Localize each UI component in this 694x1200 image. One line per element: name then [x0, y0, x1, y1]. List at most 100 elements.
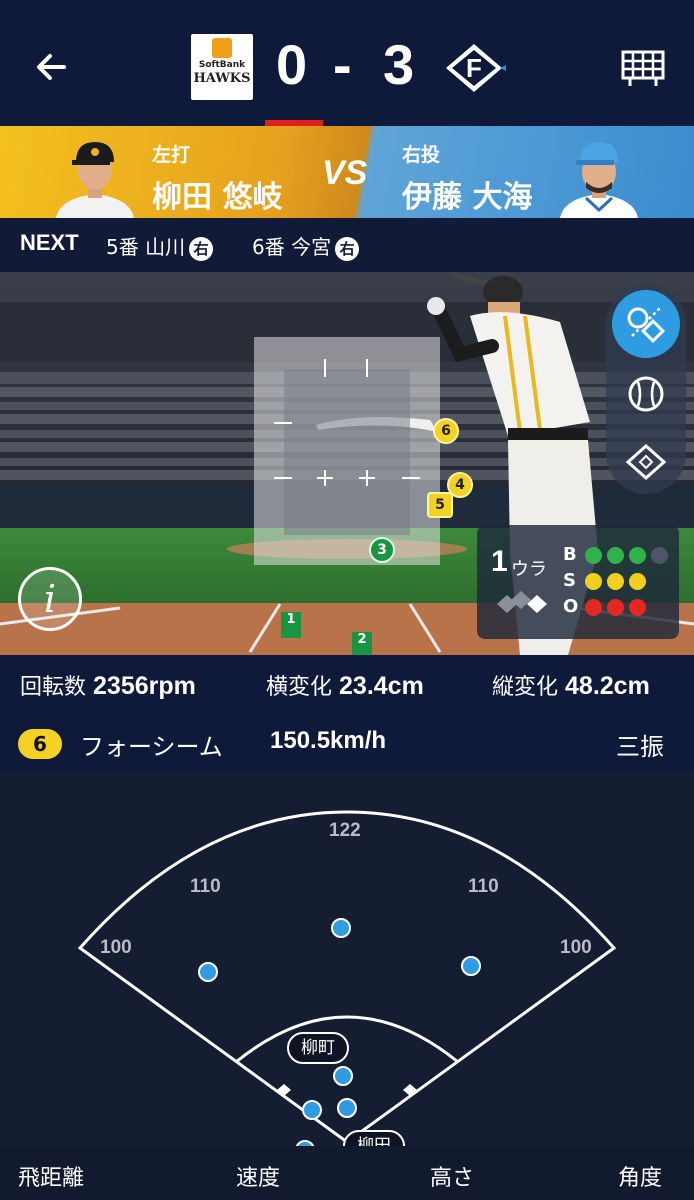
- away-logo-letter: F: [466, 53, 482, 83]
- distance-left: 100: [100, 937, 132, 958]
- next-batter-2-name: 6番 今宮: [252, 235, 332, 259]
- outs-label: O: [563, 596, 579, 617]
- vertical-break-stat: 縦変化 48.2cm: [492, 669, 650, 701]
- pitch-speed: 150.5km/h: [270, 727, 387, 754]
- hit-dot[interactable]: [333, 1066, 353, 1086]
- vbreak-value: 48.2cm: [565, 672, 650, 700]
- matchup-banner: 左打 柳田 悠岐 VS 右投 伊藤 大海: [0, 126, 694, 218]
- pitch-type: フォーシーム: [80, 733, 223, 761]
- spin-value: 2356rpm: [93, 672, 196, 700]
- next-batter-1-name: 5番 山川: [106, 235, 186, 259]
- home-team-logo: SoftBank HAWKS: [191, 34, 253, 100]
- distance-center: 122: [329, 820, 361, 841]
- away-score: 3: [383, 33, 415, 96]
- pitch-view: 6 4 5 3 1 2 i 1 ウラ B S O: [0, 272, 694, 655]
- inning-number: 1: [491, 545, 508, 578]
- zone-tick: [366, 359, 368, 377]
- scoreboard-icon[interactable]: [620, 48, 666, 88]
- count-dot-on: [629, 547, 646, 564]
- game-header: SoftBank HAWKS 0 - 3 F: [0, 0, 694, 126]
- count-dot-on: [585, 599, 602, 616]
- vs-label: VS: [322, 154, 368, 192]
- tab-height[interactable]: 高さ: [430, 1160, 474, 1192]
- info-icon: i: [43, 577, 57, 621]
- zone-tick: [274, 422, 292, 424]
- distance-right: 100: [560, 937, 592, 958]
- batter-avatar[interactable]: [52, 132, 138, 218]
- vbreak-label: 縦変化: [492, 675, 559, 700]
- zone-tick: [366, 470, 368, 486]
- ball-icon[interactable]: [612, 360, 680, 428]
- pitch-trajectory-icon[interactable]: [612, 290, 680, 358]
- tab-speed[interactable]: 速度: [236, 1160, 280, 1192]
- distance-left-center: 110: [190, 876, 221, 897]
- hawk-emblem-icon: [212, 38, 232, 58]
- fielder-tag: 柳町: [287, 1032, 349, 1064]
- zone-tick: [324, 359, 326, 377]
- horizontal-break-stat: 横変化 23.4cm: [266, 669, 424, 701]
- count-dot-on: [607, 547, 624, 564]
- hit-dot[interactable]: [198, 962, 218, 982]
- pitcher-name[interactable]: 伊藤 大海: [402, 172, 532, 216]
- spin-label: 回転数: [20, 675, 87, 700]
- spin-stat: 回転数 2356rpm: [20, 669, 196, 701]
- count-dot-on: [585, 547, 602, 564]
- zone-tick: [402, 477, 420, 479]
- pitch-marker-1[interactable]: 1: [281, 612, 301, 638]
- count-dot-off: [651, 547, 668, 564]
- hbreak-value: 23.4cm: [339, 672, 424, 700]
- pitch-marker-6[interactable]: 6: [433, 418, 459, 444]
- field-icon[interactable]: [612, 428, 680, 496]
- fielder-tag: 柳田: [343, 1130, 405, 1146]
- next-label: NEXT: [20, 230, 79, 255]
- home-score: 0: [276, 33, 308, 96]
- view-mode-toggle: [606, 284, 686, 494]
- pitch-marker-2[interactable]: 2: [352, 632, 372, 655]
- info-button[interactable]: i: [18, 567, 82, 631]
- pitcher-avatar[interactable]: [556, 132, 642, 218]
- home-logo-line1: SoftBank: [198, 60, 246, 70]
- batting-hand-badge: 右: [189, 237, 214, 261]
- count-dot-on: [629, 573, 646, 590]
- hit-dot[interactable]: [461, 956, 481, 976]
- inning-half: ウラ: [511, 559, 547, 580]
- batter-side: 左打: [152, 144, 191, 166]
- hit-dot[interactable]: [337, 1098, 357, 1118]
- count-dot-on: [585, 573, 602, 590]
- bottom-tab-bar: 飛距離 速度 高さ 角度: [0, 1146, 694, 1200]
- strike-zone-inner: [284, 369, 410, 535]
- tab-angle[interactable]: 角度: [618, 1160, 662, 1192]
- batting-hand-badge: 右: [335, 237, 360, 261]
- next-batter-2[interactable]: 6番 今宮右: [252, 231, 360, 261]
- strike-zone: [254, 337, 440, 565]
- hbreak-label: 横変化: [266, 675, 333, 700]
- pitch-marker-5[interactable]: 5: [427, 492, 453, 518]
- away-team-logo: F: [446, 44, 506, 92]
- strikes-label: S: [563, 570, 576, 591]
- distance-right-center: 110: [468, 876, 499, 897]
- back-arrow-icon[interactable]: [30, 45, 74, 89]
- next-batters-bar: NEXT 5番 山川右 6番 今宮右: [0, 218, 694, 272]
- next-batter-1[interactable]: 5番 山川右: [106, 231, 214, 261]
- zone-tick: [274, 477, 292, 479]
- pitcher-side: 右投: [402, 144, 441, 166]
- zone-tick: [324, 470, 326, 486]
- hit-dot[interactable]: [302, 1100, 322, 1120]
- bases-icon: [497, 591, 547, 613]
- score-separator: -: [333, 33, 352, 96]
- hit-dot[interactable]: [331, 918, 351, 938]
- count-dot-on: [607, 599, 624, 616]
- batter-name[interactable]: 柳田 悠岐: [152, 172, 282, 216]
- spray-chart: 122 110 110 100 100 柳町 柳田: [0, 772, 694, 1146]
- pitch-stats-bar: 回転数 2356rpm 横変化 23.4cm 縦変化 48.2cm: [0, 655, 694, 717]
- home-logo-line2: HAWKS: [193, 71, 251, 86]
- count-dot-on: [607, 573, 624, 590]
- pitch-summary-bar: 6 フォーシーム 150.5km/h 三振: [0, 717, 694, 772]
- pitch-result: 三振: [616, 733, 664, 761]
- tab-distance[interactable]: 飛距離: [18, 1160, 84, 1192]
- pitch-number-badge: 6: [18, 729, 62, 759]
- pitch-marker-3[interactable]: 3: [369, 537, 395, 563]
- balls-label: B: [563, 544, 577, 565]
- count-panel: 1 ウラ B S O: [477, 525, 679, 639]
- count-dot-on: [629, 599, 646, 616]
